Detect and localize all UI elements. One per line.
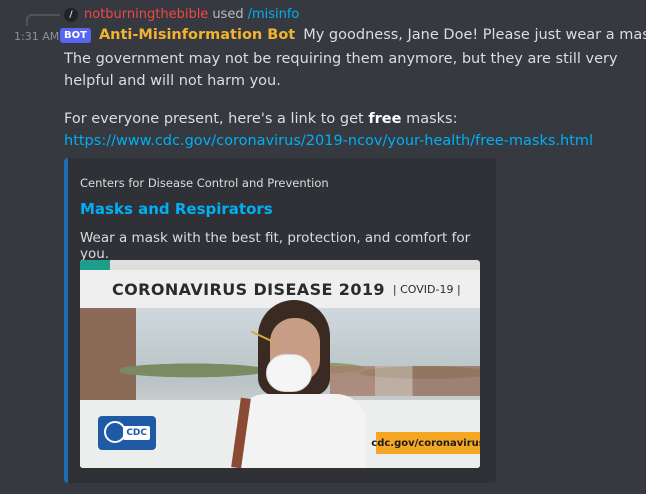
embed-image[interactable]: CORONAVIRUS DISEASE 2019 | COVID-19 | CD… [80, 260, 480, 468]
link-embed: Centers for Disease Control and Preventi… [64, 158, 496, 483]
message-link[interactable]: https://www.cdc.gov/coronavirus/2019-nco… [64, 130, 644, 152]
masked-person [230, 300, 370, 468]
link-intro-before: For everyone present, here's a link to g… [64, 111, 369, 127]
message-header: BOT Anti-Misinformation Bot My goodness,… [60, 25, 646, 45]
command-reply-line[interactable]: / notburningthebible used /misinfo [64, 6, 299, 24]
link-intro-after: masks: [401, 111, 458, 127]
image-accent-bar [80, 260, 110, 270]
reply-username[interactable]: notburningthebible [84, 6, 208, 24]
message-paragraph: The government may not be requiring them… [64, 51, 618, 89]
author-name[interactable]: Anti-Misinformation Bot [99, 27, 295, 43]
image-subline: | COVID-19 | [392, 282, 461, 296]
link-intro: For everyone present, here's a link to g… [64, 108, 644, 130]
message-first-line: My goodness, Jane Doe! Please just wear … [303, 27, 646, 43]
reply-used-text: used [212, 7, 244, 22]
embed-title-link[interactable]: Masks and Respirators [80, 200, 273, 218]
link-intro-bold: free [368, 111, 402, 127]
face-mask [266, 354, 312, 392]
image-headline: CORONAVIRUS DISEASE 2019 [112, 279, 385, 299]
cdc-logo-text: CDC [123, 426, 150, 440]
reply-command[interactable]: /misinfo [248, 6, 300, 24]
embed-description: Wear a mask with the best fit, protectio… [80, 230, 471, 262]
chat-message: / notburningthebible used /misinfo 1:31 … [0, 0, 646, 494]
message-body: The government may not be requiring them… [64, 48, 644, 152]
cdc-logo: CDC [98, 416, 156, 450]
bot-badge: BOT [60, 27, 91, 43]
reply-spine [26, 14, 60, 26]
message-timestamp: 1:31 AM [14, 30, 60, 43]
cdc-url-badge: cdc.gov/coronavirus [371, 432, 480, 454]
hhs-emblem-icon [104, 421, 126, 443]
slash-command-icon: / [64, 8, 78, 22]
embed-provider: Centers for Disease Control and Preventi… [80, 176, 329, 190]
